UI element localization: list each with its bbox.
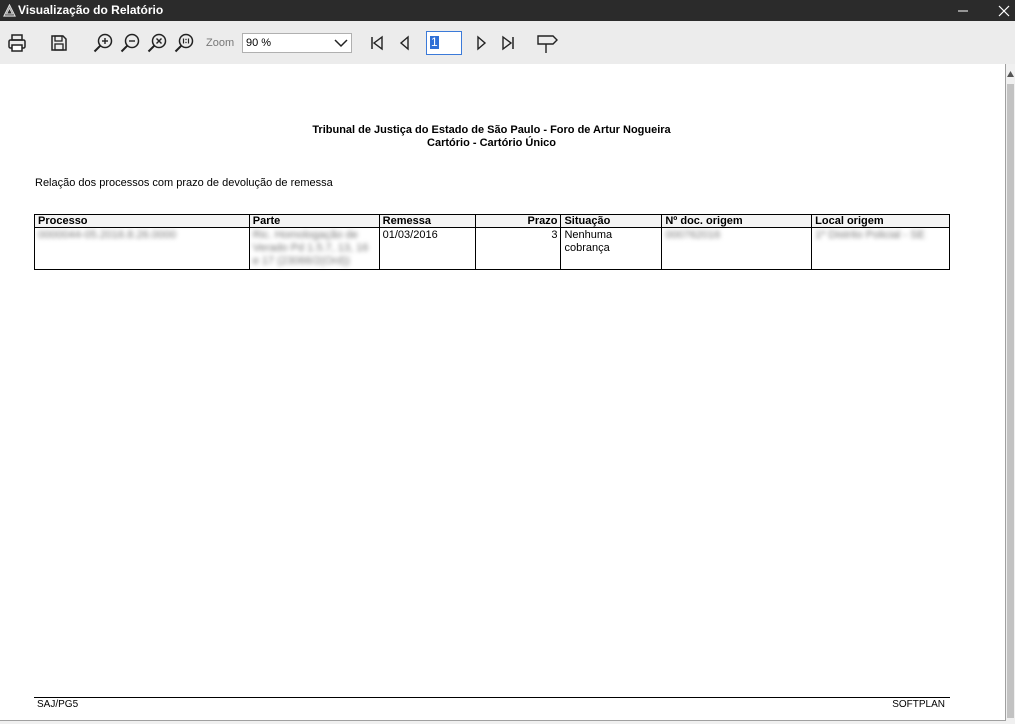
cell-remessa: 01/03/2016	[378, 227, 476, 270]
cell-situacao: Nenhuma cobrança	[560, 227, 663, 270]
report-header: Tribunal de Justiça do Estado de São Pau…	[0, 124, 983, 150]
signpost-icon	[537, 35, 558, 53]
cell-local-origem: 1º Distrito Policial - SE	[811, 227, 950, 270]
column-header-parte: Parte	[248, 214, 380, 228]
report-table: Processo Parte Remessa Prazo Situação Nº…	[34, 214, 950, 270]
footer-system-code: SAJ/PG5	[37, 699, 79, 710]
cell-parte: Ric. Homologação de Verado Pd 1.5.7, 13,…	[248, 227, 380, 270]
footer-divider	[34, 697, 950, 698]
zoom-one-to-one-icon	[174, 33, 194, 53]
scrollbar-thumb[interactable]	[1007, 84, 1014, 718]
vertical-scrollbar[interactable]	[1006, 64, 1015, 724]
report-page: Tribunal de Justiça do Estado de São Pau…	[0, 64, 1006, 721]
column-header-local-origem: Local origem	[811, 214, 950, 228]
next-page-button[interactable]	[469, 31, 493, 55]
table-row: 0000044-05.2016.8.26.0000 Ric. Homologaç…	[34, 227, 950, 270]
column-header-doc-origem: Nº doc. origem	[661, 214, 813, 228]
printer-icon	[8, 34, 26, 52]
close-icon	[998, 5, 1010, 16]
floppy-disk-icon	[51, 35, 67, 51]
column-header-remessa: Remessa	[378, 214, 476, 228]
footer-vendor: SOFTPLAN	[892, 699, 945, 710]
print-button[interactable]	[5, 31, 29, 55]
first-page-icon	[371, 35, 383, 51]
report-header-court: Tribunal de Justiça do Estado de São Pau…	[312, 124, 671, 136]
column-header-situacao: Situação	[560, 214, 663, 228]
chevron-down-icon	[334, 39, 348, 48]
app-logo-icon	[3, 3, 16, 17]
toolbar: Zoom 90 % 1	[0, 21, 1015, 65]
last-page-button[interactable]	[496, 31, 520, 55]
zoom-in-button[interactable]	[91, 31, 115, 55]
zoom-select[interactable]: 90 %	[242, 33, 352, 53]
report-viewport: Tribunal de Justiça do Estado de São Pau…	[0, 64, 1015, 724]
page-number-value: 1	[430, 35, 439, 49]
last-page-icon	[502, 35, 514, 51]
cell-doc-origem: 000762016	[661, 227, 813, 270]
save-button[interactable]	[47, 31, 71, 55]
previous-page-button[interactable]	[393, 31, 417, 55]
close-button[interactable]	[993, 0, 1015, 21]
zoom-actual-size-button[interactable]	[172, 31, 196, 55]
report-subtitle: Relação dos processos com prazo de devol…	[35, 177, 333, 189]
zoom-in-icon	[93, 33, 113, 53]
go-to-page-button[interactable]	[535, 31, 559, 55]
window-title: Visualização do Relatório	[18, 3, 164, 17]
minimize-button[interactable]	[948, 0, 978, 21]
zoom-out-icon	[120, 33, 140, 53]
cell-processo: 0000044-05.2016.8.26.0000	[34, 227, 250, 270]
scroll-up-arrow-icon[interactable]	[1006, 68, 1015, 80]
zoom-fit-icon	[147, 33, 167, 53]
title-bar: Visualização do Relatório	[0, 0, 1015, 21]
zoom-label: Zoom	[206, 37, 235, 49]
zoom-fit-button[interactable]	[145, 31, 169, 55]
cell-prazo: 3	[474, 227, 562, 270]
page-number-input[interactable]: 1	[426, 31, 462, 55]
report-header-office: Cartório - Cartório Único	[427, 137, 556, 149]
zoom-out-button[interactable]	[118, 31, 142, 55]
column-header-prazo: Prazo	[474, 214, 562, 228]
column-header-processo: Processo	[34, 214, 250, 228]
next-page-icon	[477, 35, 487, 51]
previous-page-icon	[399, 35, 409, 51]
first-page-button[interactable]	[365, 31, 389, 55]
minimize-icon	[958, 10, 968, 11]
zoom-value: 90 %	[246, 37, 272, 49]
table-header-row: Processo Parte Remessa Prazo Situação Nº…	[34, 214, 950, 228]
